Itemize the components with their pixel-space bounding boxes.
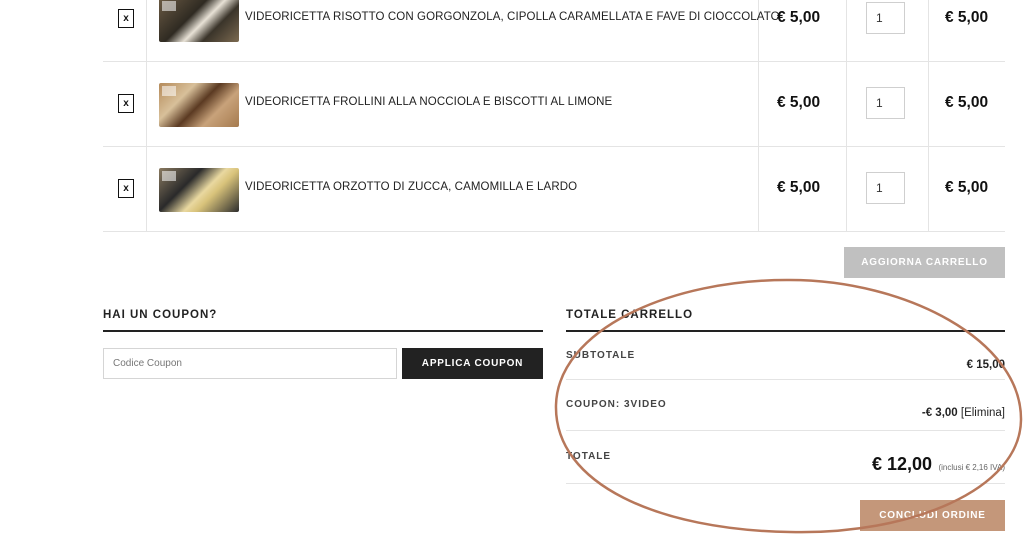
thumbnail-logo xyxy=(162,86,176,96)
product-name-link[interactable]: VIDEORICETTA RISOTTO CON GORGONZOLA, CIP… xyxy=(245,11,780,23)
subtotal-value: € 15,00 xyxy=(966,359,1005,371)
remove-item-button[interactable]: x xyxy=(118,179,134,198)
subtotal-cell: € 5,00 xyxy=(929,0,1005,61)
cart-totals-heading: TOTALE CARRELLO xyxy=(566,309,694,321)
coupon-row: COUPON: 3VIDEO -€ 3,00 [Elimina] xyxy=(566,380,1005,431)
remove-cell: x xyxy=(103,0,147,61)
product-cell: VIDEORICETTA ORZOTTO DI ZUCCA, CAMOMILLA… xyxy=(147,147,759,231)
thumbnail-logo xyxy=(162,1,176,11)
product-subtotal: € 5,00 xyxy=(945,9,989,26)
product-price: € 5,00 xyxy=(777,9,821,26)
product-price: € 5,00 xyxy=(777,94,821,111)
remove-coupon-link[interactable]: [Elimina] xyxy=(961,407,1005,419)
product-thumbnail[interactable] xyxy=(159,168,239,212)
coupon-discount: -€ 3,00 xyxy=(921,407,958,419)
subtotal-cell: € 5,00 xyxy=(929,147,1005,231)
subtotal-label: SUBTOTALE xyxy=(566,350,636,361)
quantity-input[interactable]: 1 xyxy=(866,2,905,34)
coupon-code-input[interactable]: Codice Coupon xyxy=(103,348,397,379)
divider xyxy=(103,330,543,332)
quantity-input[interactable]: 1 xyxy=(866,87,905,119)
product-cell: VIDEORICETTA RISOTTO CON GORGONZOLA, CIP… xyxy=(147,0,780,61)
checkout-button[interactable]: CONCLUDI ORDINE xyxy=(860,500,1005,531)
update-cart-button[interactable]: AGGIORNA CARRELLO xyxy=(844,247,1005,278)
cart-table: x VIDEORICETTA RISOTTO CON GORGONZOLA, C… xyxy=(103,0,1005,232)
thumbnail-logo xyxy=(162,171,176,181)
subtotal-cell: € 5,00 xyxy=(929,62,1005,146)
product-subtotal: € 5,00 xyxy=(945,179,989,196)
cart-row: x VIDEORICETTA RISOTTO CON GORGONZOLA, C… xyxy=(103,0,1005,62)
product-cell: VIDEORICETTA FROLLINI ALLA NOCCIOLA E BI… xyxy=(147,62,759,146)
coupon-heading: HAI UN COUPON? xyxy=(103,309,218,321)
price-cell: € 5,00 xyxy=(759,62,847,146)
coupon-label: COUPON: 3VIDEO xyxy=(566,399,667,410)
quantity-input[interactable]: 1 xyxy=(866,172,905,204)
remove-item-button[interactable]: x xyxy=(118,94,134,113)
product-name-link[interactable]: VIDEORICETTA FROLLINI ALLA NOCCIOLA E BI… xyxy=(245,96,612,108)
product-name-link[interactable]: VIDEORICETTA ORZOTTO DI ZUCCA, CAMOMILLA… xyxy=(245,181,577,193)
total-label: TOTALE xyxy=(566,451,612,462)
remove-item-button[interactable]: x xyxy=(118,9,134,28)
product-price: € 5,00 xyxy=(777,179,821,196)
apply-coupon-button[interactable]: APPLICA COUPON xyxy=(402,348,543,379)
product-thumbnail[interactable] xyxy=(159,83,239,127)
remove-cell: x xyxy=(103,62,147,146)
product-thumbnail[interactable] xyxy=(159,0,239,42)
subtotal-row: SUBTOTALE € 15,00 xyxy=(566,332,1005,380)
total-amount: € 12,00 xyxy=(871,454,932,474)
coupon-value: -€ 3,00 [Elimina] xyxy=(922,407,1005,419)
price-cell: € 5,00 xyxy=(759,147,847,231)
tax-note: (inclusi € 2,16 IVA) xyxy=(938,463,1005,472)
cart-row: x VIDEORICETTA ORZOTTO DI ZUCCA, CAMOMIL… xyxy=(103,147,1005,232)
product-subtotal: € 5,00 xyxy=(945,94,989,111)
total-row: TOTALE € 12,00 (inclusi € 2,16 IVA) xyxy=(566,431,1005,484)
remove-cell: x xyxy=(103,147,147,231)
cart-row: x VIDEORICETTA FROLLINI ALLA NOCCIOLA E … xyxy=(103,62,1005,147)
quantity-cell: 1 xyxy=(847,147,929,231)
price-cell: € 5,00 xyxy=(759,0,847,61)
quantity-cell: 1 xyxy=(847,62,929,146)
quantity-cell: 1 xyxy=(847,0,929,61)
total-value: € 12,00 (inclusi € 2,16 IVA) xyxy=(872,454,1005,475)
